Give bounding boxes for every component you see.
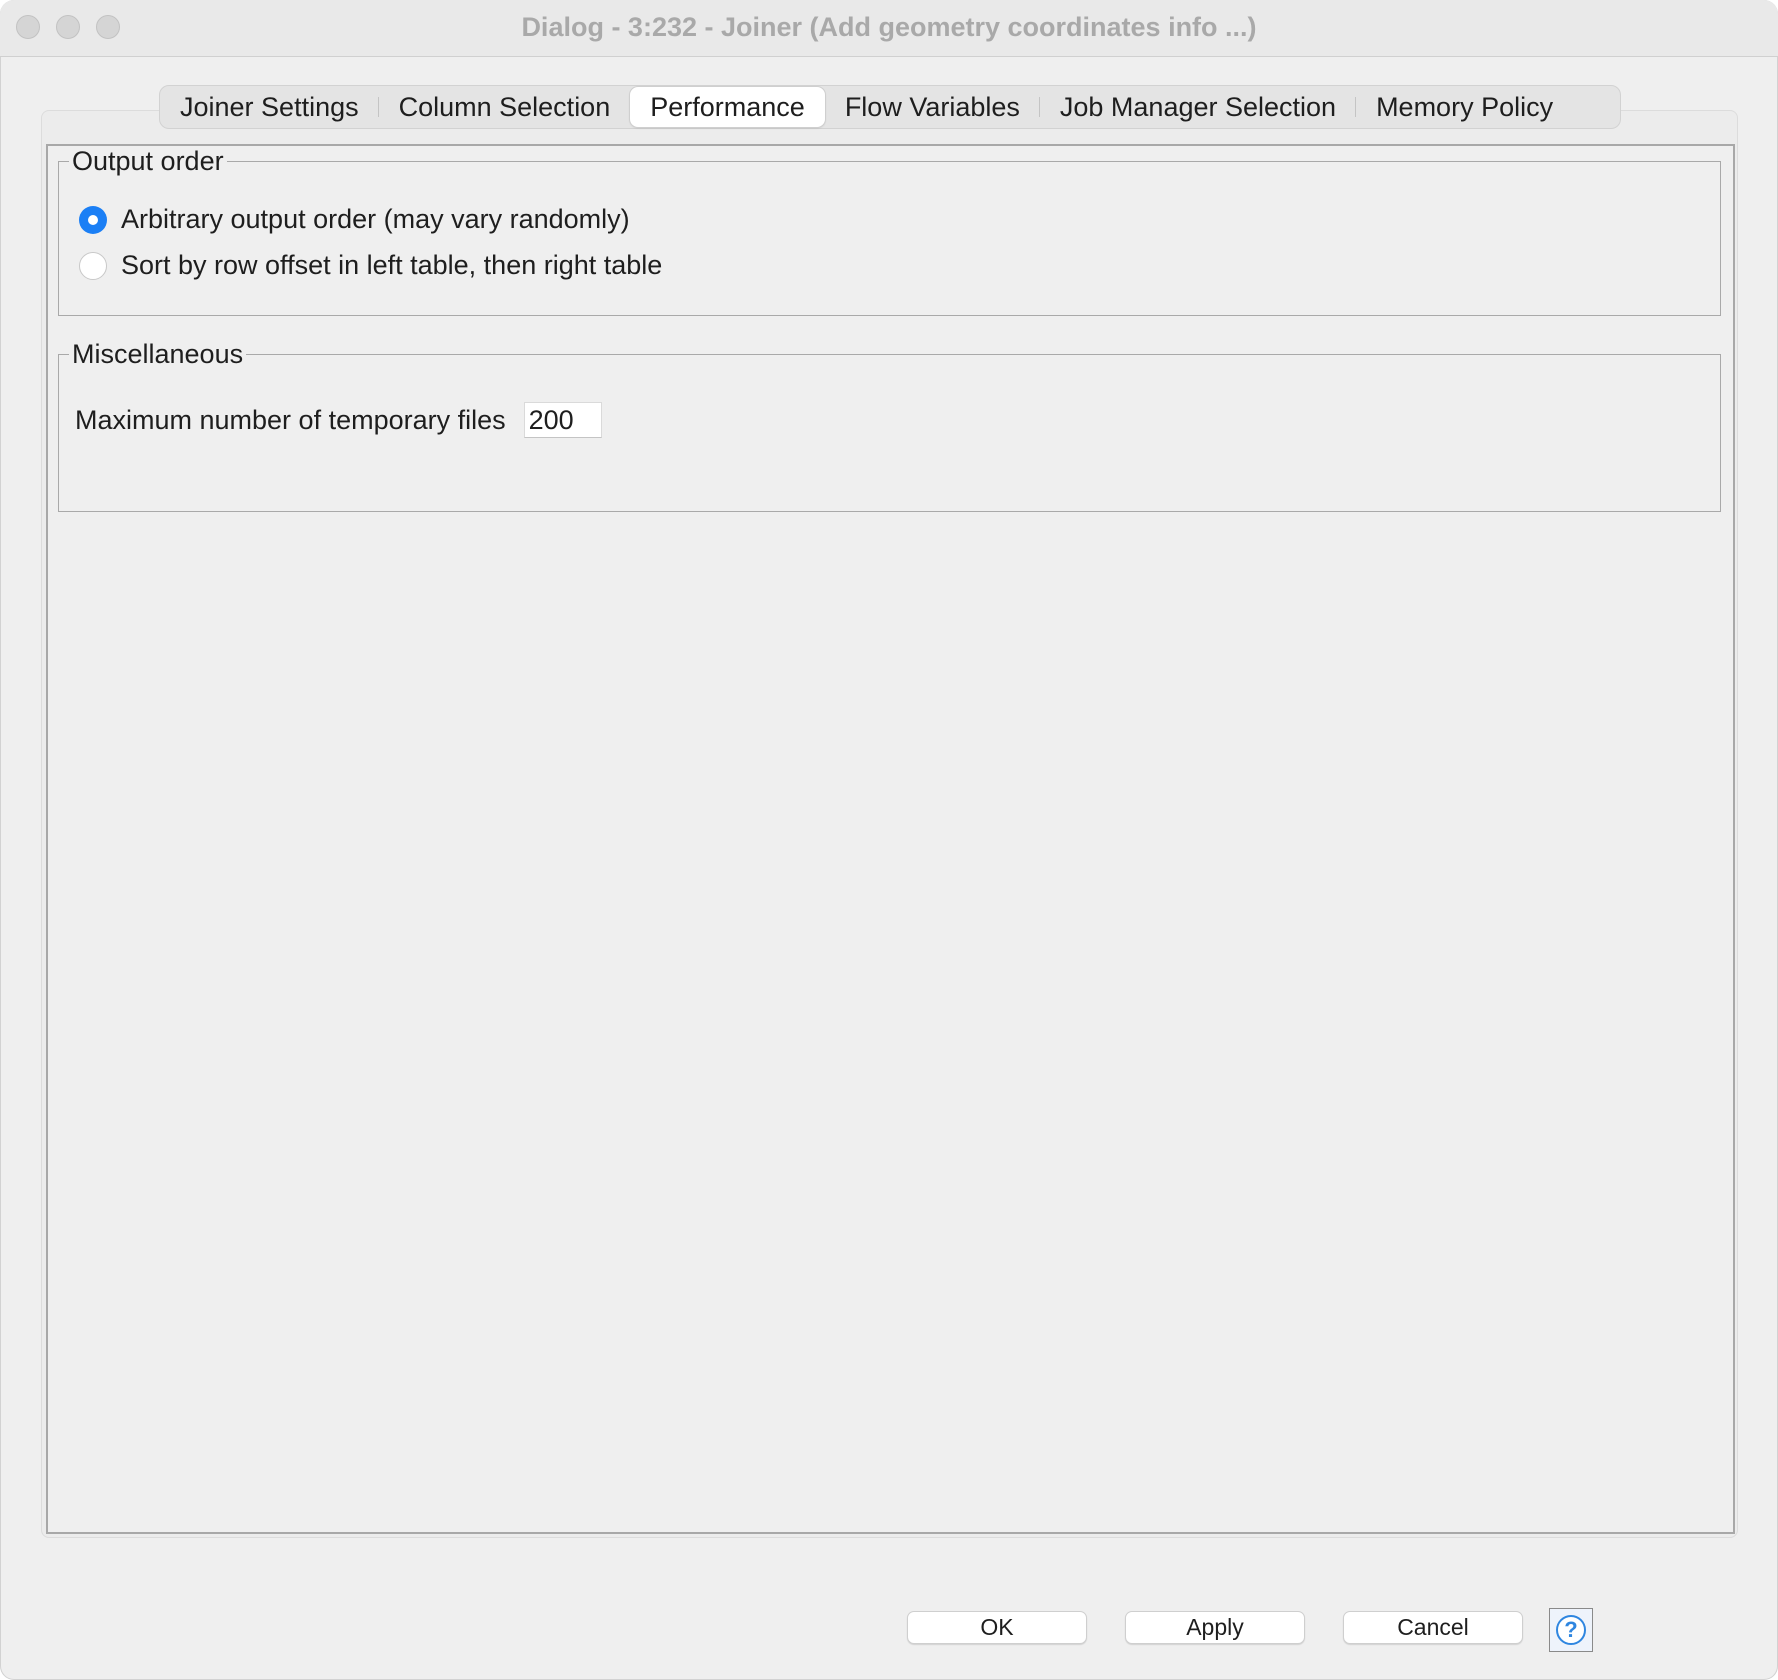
ok-button[interactable]: OK: [907, 1611, 1087, 1644]
window-title: Dialog - 3:232 - Joiner (Add geometry co…: [521, 12, 1257, 42]
dialog-window: Dialog - 3:232 - Joiner (Add geometry co…: [0, 0, 1778, 1680]
help-icon: ?: [1556, 1615, 1586, 1645]
tab-memory-policy[interactable]: Memory Policy: [1356, 86, 1573, 128]
help-button[interactable]: ?: [1549, 1608, 1593, 1652]
radio-unselected-icon[interactable]: [79, 251, 107, 280]
miscellaneous-legend: Miscellaneous: [72, 339, 244, 369]
tab-column-selection[interactable]: Column Selection: [379, 86, 631, 128]
performance-panel: Output order Arbitrary output order (may…: [46, 144, 1735, 1534]
max-temp-files-row: Maximum number of temporary files: [75, 402, 602, 438]
output-order-group: Output order Arbitrary output order (may…: [58, 146, 1721, 316]
tab-bar: Joiner Settings Column Selection Perform…: [159, 85, 1621, 129]
tab-joiner-settings[interactable]: Joiner Settings: [160, 86, 379, 128]
max-temp-files-input[interactable]: [523, 402, 602, 438]
tab-job-manager-selection[interactable]: Job Manager Selection: [1040, 86, 1357, 128]
cancel-button[interactable]: Cancel: [1343, 1611, 1523, 1644]
radio-arbitrary-order[interactable]: Arbitrary output order (may vary randoml…: [79, 204, 630, 235]
max-temp-files-label: Maximum number of temporary files: [75, 404, 506, 435]
tab-performance[interactable]: Performance: [630, 87, 825, 127]
radio-selected-icon[interactable]: [79, 205, 107, 234]
radio-sort-by-row-offset[interactable]: Sort by row offset in left table, then r…: [79, 250, 662, 281]
apply-button[interactable]: Apply: [1125, 1611, 1305, 1644]
radio-arbitrary-order-label: Arbitrary output order (may vary randoml…: [121, 204, 630, 234]
radio-sort-by-row-offset-label: Sort by row offset in left table, then r…: [121, 250, 663, 280]
tab-flow-variables[interactable]: Flow Variables: [825, 86, 1040, 128]
output-order-legend: Output order: [72, 146, 224, 176]
title-bar: Dialog - 3:232 - Joiner (Add geometry co…: [0, 0, 1778, 57]
miscellaneous-group: Miscellaneous Maximum number of temporar…: [58, 339, 1721, 512]
